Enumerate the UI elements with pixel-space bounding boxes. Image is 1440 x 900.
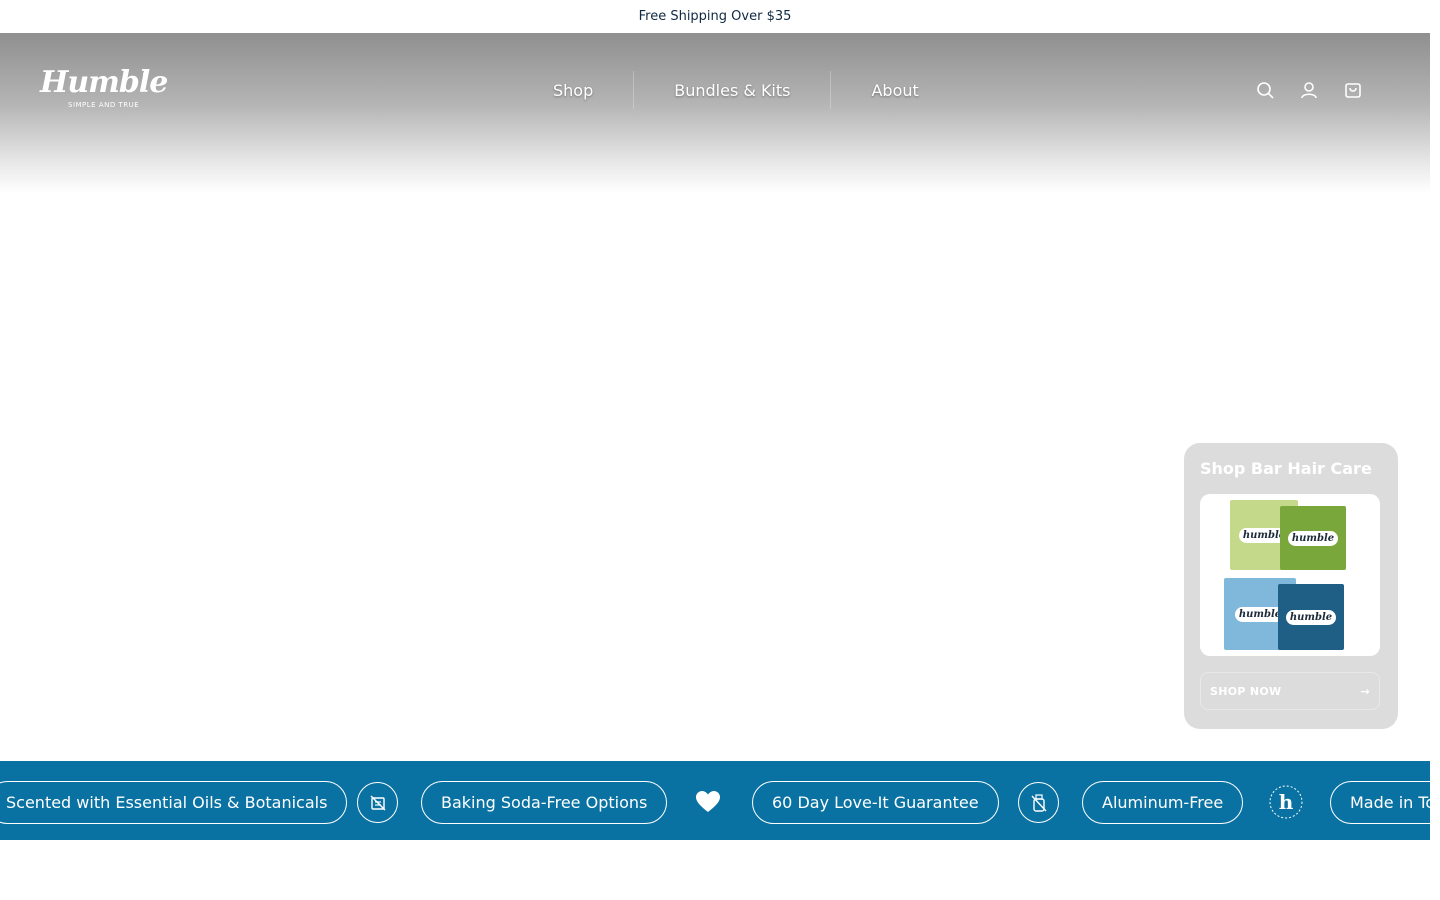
nav-divider bbox=[633, 71, 635, 109]
product-box-shampoo-blue: humble bbox=[1278, 584, 1344, 650]
product-box-shampoo-green: humble bbox=[1280, 506, 1346, 570]
svg-text:h: h bbox=[1279, 790, 1294, 814]
nav-item-shop[interactable]: Shop bbox=[533, 71, 613, 109]
benefit-pill: Baking Soda-Free Options bbox=[421, 781, 668, 824]
promo-product-image[interactable]: humble humble humble humble bbox=[1200, 494, 1380, 656]
nav-divider bbox=[830, 71, 832, 109]
logo-registered: ® bbox=[142, 71, 149, 79]
logo-tagline: SIMPLE AND TRUE bbox=[68, 101, 140, 109]
humble-logo[interactable]: Humble ® SIMPLE AND TRUE bbox=[40, 63, 168, 117]
no-aluminum-icon bbox=[1018, 782, 1059, 823]
shop-now-button[interactable]: SHOP NOW → bbox=[1200, 672, 1380, 710]
account-icon[interactable] bbox=[1298, 79, 1320, 101]
benefit-pill: Made in To bbox=[1330, 781, 1430, 824]
nav-item-about[interactable]: About bbox=[851, 71, 938, 109]
announcement-text: Free Shipping Over $35 bbox=[638, 9, 792, 24]
benefits-marquee: Scented with Essential Oils & Botanicals… bbox=[0, 761, 1430, 840]
heart-icon bbox=[690, 784, 726, 820]
shop-now-label: SHOP NOW bbox=[1210, 684, 1282, 698]
header-icons bbox=[1254, 79, 1364, 101]
search-icon[interactable] bbox=[1254, 79, 1276, 101]
site-header: Humble ® SIMPLE AND TRUE Shop Bundles & … bbox=[0, 33, 1430, 148]
no-baking-soda-icon bbox=[357, 782, 398, 823]
benefit-pill: Scented with Essential Oils & Botanicals bbox=[0, 781, 348, 824]
benefit-pill: 60 Day Love-It Guarantee bbox=[752, 781, 999, 824]
cart-icon[interactable] bbox=[1342, 79, 1364, 101]
main-nav: Shop Bundles & Kits About bbox=[533, 71, 939, 109]
arrow-right-icon: → bbox=[1360, 684, 1370, 698]
nav-item-bundles-kits[interactable]: Bundles & Kits bbox=[654, 71, 810, 109]
benefit-pill: Aluminum-Free bbox=[1082, 781, 1244, 824]
humble-badge-icon: h bbox=[1268, 784, 1304, 820]
promo-title: Shop Bar Hair Care bbox=[1200, 459, 1372, 478]
page-below-fold bbox=[0, 840, 1440, 900]
announcement-bar: Free Shipping Over $35 bbox=[0, 0, 1430, 33]
promo-card[interactable]: Shop Bar Hair Care humble humble humble … bbox=[1184, 443, 1398, 729]
